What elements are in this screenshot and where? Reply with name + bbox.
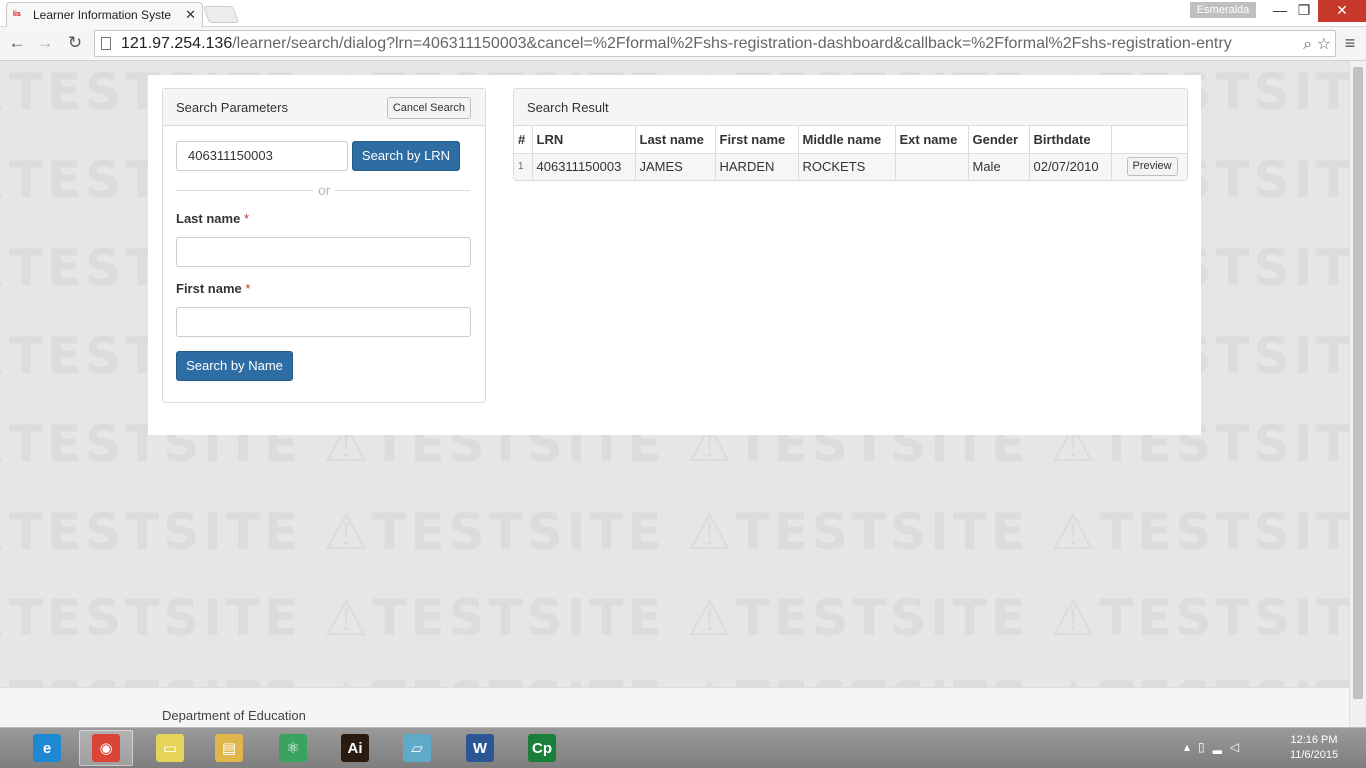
window-close-icon[interactable]: ✕ [1318, 0, 1366, 22]
search-by-lrn-button[interactable]: Search by LRN [352, 141, 460, 171]
last-name-label: Last name * [176, 211, 249, 226]
notepad-icon: ▱ [403, 734, 431, 762]
column-header: Ext name [895, 126, 969, 154]
page-footer: Department of Education [0, 687, 1349, 727]
taskbar-app-notepad[interactable]: ▱ [390, 730, 444, 766]
url-path: /learner/search/dialog?lrn=406311150003&… [232, 34, 1232, 52]
zoom-icon[interactable]: ⌕ [1303, 36, 1312, 53]
clock-date: 11/6/2015 [1289, 749, 1339, 761]
clock-time: 12:16 PM [1290, 734, 1338, 746]
browser-toolbar: ← → ↻ 121.97.254.136 /learner/search/dia… [0, 27, 1366, 61]
captivate-icon: Cp [528, 734, 556, 762]
or-text: or [313, 182, 336, 198]
table-row: 1 406311150003 JAMES HARDEN ROCKETS Male… [514, 153, 1187, 180]
required-mark: * [245, 281, 251, 296]
menu-icon[interactable]: ≡ [1340, 32, 1360, 54]
forward-icon[interactable]: → [34, 32, 56, 54]
bookmark-star-icon[interactable]: ☆ [1317, 36, 1331, 53]
first-name-input[interactable] [176, 307, 471, 337]
back-icon[interactable]: ← [6, 32, 28, 54]
system-tray: ▴▯▂◁ [1184, 740, 1247, 754]
taskbar-app-chrome[interactable]: ◉ [79, 730, 133, 766]
taskbar-clock[interactable]: 12:16 PM 11/6/2015 [1286, 733, 1342, 763]
search-parameters-panel: Search Parameters Cancel Search 40631115… [162, 88, 486, 403]
vertical-scrollbar[interactable] [1349, 61, 1366, 727]
first-name-label: First name * [176, 281, 250, 296]
search-result-panel: Search Result # LRN Last name First name… [513, 88, 1188, 181]
column-header: Last name [635, 126, 716, 154]
atom-icon: ⚛ [279, 734, 307, 762]
cell-birthdate: 02/07/2010 [1029, 153, 1112, 180]
panel-header: Search Parameters Cancel Search [163, 89, 485, 126]
cell-ext-name [895, 153, 969, 180]
first-name-label-text: First name [176, 281, 242, 296]
new-tab-button[interactable] [202, 6, 240, 23]
maximize-icon[interactable]: ❐ [1290, 0, 1318, 22]
column-header: LRN [532, 126, 636, 154]
taskbar-app-captivate[interactable]: Cp [515, 730, 569, 766]
illustrator-icon: Ai [341, 734, 369, 762]
profile-badge[interactable]: Esmeralda [1190, 2, 1256, 18]
column-header: First name [715, 126, 799, 154]
column-header: # [514, 126, 533, 154]
panel-title: Search Result [527, 100, 609, 115]
reload-icon[interactable]: ↻ [64, 32, 86, 54]
tab-close-icon[interactable]: ✕ [185, 7, 196, 23]
cell-first-name: HARDEN [715, 153, 799, 180]
tab-title: Learner Information Syste [33, 8, 172, 22]
signal-icon[interactable]: ▂ [1213, 740, 1230, 754]
table-header-row: # LRN Last name First name Middle name E… [514, 126, 1187, 154]
file-explorer-icon: ▤ [215, 734, 243, 762]
watermark-row: ⚠TESTSITE ⚠TESTSITE ⚠TESTSITE ⚠TESTSITE [0, 589, 1366, 647]
column-header: Middle name [798, 126, 896, 154]
cell-num: 1 [514, 153, 533, 180]
ie-icon: e [33, 734, 61, 762]
panel-title: Search Parameters [176, 100, 288, 115]
chrome-icon: ◉ [92, 734, 120, 762]
last-name-label-text: Last name [176, 211, 241, 226]
windows-taskbar: e ◉ ▭ ▤ ⚛ Ai ▱ W Cp ▴▯▂◁ 12:16 PM 11/6/2015 [0, 727, 1366, 768]
browser-title-bar: lis Learner Information Syste ✕ Esmerald… [0, 0, 1366, 27]
address-bar[interactable]: 121.97.254.136 /learner/search/dialog?lr… [94, 30, 1336, 57]
content-card: Search Parameters Cancel Search 40631115… [148, 75, 1201, 435]
footer-text: Department of Education [162, 708, 306, 723]
page-viewport: ⚠TESTSITE ⚠TESTSITE ⚠TESTSITE ⚠TESTSITE … [0, 61, 1366, 727]
cell-gender: Male [968, 153, 1030, 180]
network-icon[interactable]: ▯ [1198, 740, 1213, 754]
panel-header: Search Result [514, 89, 1187, 126]
tab-favicon: lis [13, 11, 21, 18]
taskbar-app-file-explorer[interactable]: ▤ [202, 730, 256, 766]
cell-middle-name: ROCKETS [798, 153, 896, 180]
cell-last-name: JAMES [635, 153, 716, 180]
show-hidden-icons[interactable]: ▴ [1184, 740, 1198, 754]
word-icon: W [466, 734, 494, 762]
taskbar-app-illustrator[interactable]: Ai [328, 730, 382, 766]
lrn-input[interactable]: 406311150003 [176, 141, 348, 171]
column-header: Birthdate [1029, 126, 1112, 154]
last-name-input[interactable] [176, 237, 471, 267]
taskbar-app-atom[interactable]: ⚛ [266, 730, 320, 766]
cell-lrn: 406311150003 [532, 153, 636, 180]
taskbar-app-ie[interactable]: e [20, 730, 74, 766]
scrollbar-thumb[interactable] [1353, 67, 1363, 699]
column-header-actions [1111, 126, 1187, 154]
page-icon [101, 37, 111, 50]
browser-tab[interactable]: lis Learner Information Syste ✕ [6, 2, 203, 27]
required-mark: * [243, 211, 249, 226]
results-table: # LRN Last name First name Middle name E… [514, 126, 1187, 180]
watermark-row: ⚠TESTSITE ⚠TESTSITE ⚠TESTSITE ⚠TESTSITE [0, 503, 1366, 561]
taskbar-app-word[interactable]: W [453, 730, 507, 766]
taskbar-app-sticky-notes[interactable]: ▭ [143, 730, 197, 766]
column-header: Gender [968, 126, 1030, 154]
cancel-search-button[interactable]: Cancel Search [386, 97, 471, 119]
sticky-notes-icon: ▭ [156, 734, 184, 762]
preview-button[interactable]: Preview [1126, 157, 1178, 177]
url-host: 121.97.254.136 [121, 34, 233, 52]
volume-icon[interactable]: ◁ [1230, 740, 1247, 754]
cell-action: Preview [1111, 153, 1187, 180]
search-by-name-button[interactable]: Search by Name [176, 351, 293, 381]
